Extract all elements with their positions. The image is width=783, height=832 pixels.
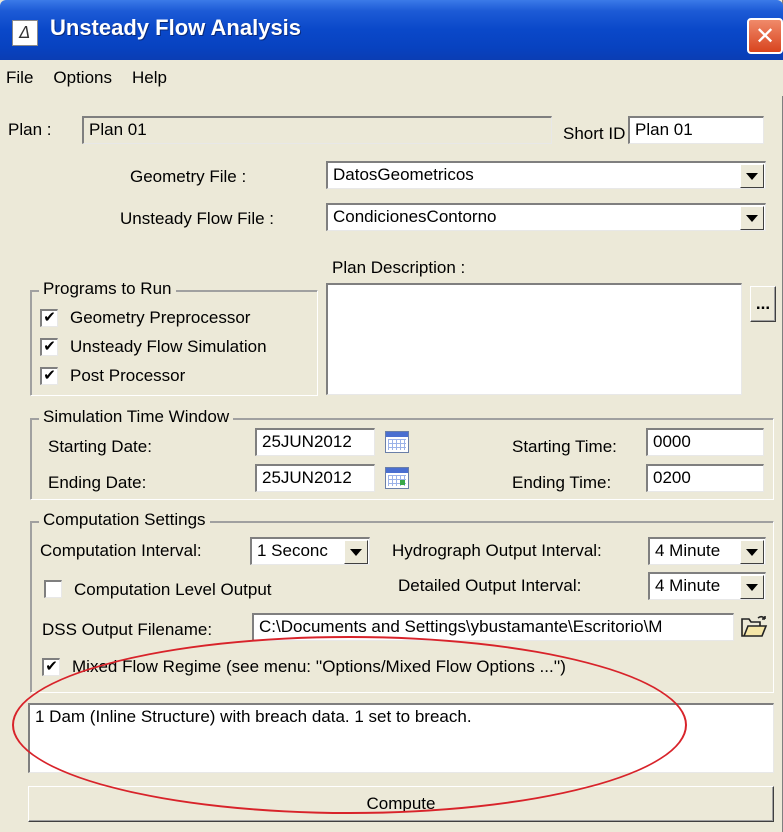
ending-time-label: Ending Time:: [512, 473, 612, 492]
menu-options[interactable]: Options: [53, 68, 112, 88]
detailed-output-interval-value: 4 Minute: [655, 576, 721, 595]
dss-output-filename-field[interactable]: C:\Documents and Settings\ybustamante\Es…: [252, 613, 734, 641]
chevron-down-icon[interactable]: [740, 575, 764, 599]
calendar-icon[interactable]: [385, 431, 409, 453]
geometry-file-select[interactable]: DatosGeometricos: [326, 161, 766, 189]
geometry-file-label: Geometry File :: [130, 167, 247, 186]
mixed-flow-regime-checkbox[interactable]: ✔: [42, 658, 60, 676]
detailed-output-interval-label: Detailed Output Interval:: [398, 576, 582, 595]
chevron-down-icon[interactable]: [740, 206, 764, 230]
dss-output-filename-label: DSS Output Filename:: [42, 620, 213, 639]
starting-date-field[interactable]: 25JUN2012: [255, 428, 375, 456]
folder-open-icon[interactable]: [740, 614, 768, 640]
programs-to-run-title: Programs to Run: [39, 279, 176, 299]
chevron-down-icon[interactable]: [740, 540, 764, 564]
computation-interval-label: Computation Interval:: [40, 541, 202, 560]
computation-level-output-label: Computation Level Output: [74, 580, 272, 599]
computation-interval-select[interactable]: 1 Seconc: [250, 537, 370, 565]
post-processor-checkbox[interactable]: ✔: [40, 367, 58, 385]
mixed-flow-regime-label: Mixed Flow Regime (see menu: ''Options/M…: [72, 657, 566, 676]
unsteady-flow-simulation-checkbox[interactable]: ✔: [40, 338, 58, 356]
ending-date-label: Ending Date:: [48, 473, 147, 492]
short-id-label: Short ID: [563, 124, 626, 143]
plan-name-field[interactable]: Plan 01: [82, 116, 552, 144]
computation-settings-title: Computation Settings: [39, 510, 210, 530]
plan-description-label: Plan Description :: [332, 258, 466, 277]
plan-description-field[interactable]: [326, 283, 742, 395]
compute-button[interactable]: Compute: [28, 786, 774, 822]
close-button[interactable]: ✕: [747, 18, 783, 54]
title-bar[interactable]: ᐃ Unsteady Flow Analysis ✕: [0, 0, 783, 60]
computation-level-output-checkbox[interactable]: [44, 580, 62, 598]
geometry-file-value: DatosGeometricos: [333, 165, 474, 184]
hydrograph-output-interval-value: 4 Minute: [655, 541, 721, 560]
unsteady-flow-file-select[interactable]: CondicionesContorno: [326, 203, 766, 231]
menu-help[interactable]: Help: [132, 68, 167, 88]
geometry-preprocessor-checkbox[interactable]: ✔: [40, 309, 58, 327]
chevron-down-icon[interactable]: [740, 164, 764, 188]
menu-file[interactable]: File: [6, 68, 33, 88]
post-processor-label: Post Processor: [70, 366, 186, 385]
app-icon: ᐃ: [12, 20, 38, 46]
plan-label: Plan :: [8, 120, 52, 139]
unsteady-flow-file-value: CondicionesContorno: [333, 207, 497, 226]
ending-date-field[interactable]: 25JUN2012: [255, 464, 375, 492]
unsteady-flow-window: ᐃ Unsteady Flow Analysis ✕ File Options …: [0, 0, 783, 832]
hydrograph-output-interval-select[interactable]: 4 Minute: [648, 537, 766, 565]
unsteady-flow-simulation-label: Unsteady Flow Simulation: [70, 337, 267, 356]
unsteady-flow-file-label: Unsteady Flow File :: [120, 209, 274, 228]
ending-time-field[interactable]: 0200: [646, 464, 764, 492]
calendar-icon[interactable]: [385, 467, 409, 489]
window-title: Unsteady Flow Analysis: [50, 15, 302, 40]
status-message-box: 1 Dam (Inline Structure) with breach dat…: [28, 703, 774, 773]
short-id-field[interactable]: Plan 01: [628, 116, 764, 144]
starting-time-label: Starting Time:: [512, 437, 617, 456]
detailed-output-interval-select[interactable]: 4 Minute: [648, 572, 766, 600]
simulation-time-window-title: Simulation Time Window: [39, 407, 234, 427]
menu-bar: File Options Help: [0, 60, 783, 96]
plan-description-button[interactable]: ...: [750, 286, 776, 322]
hydrograph-output-interval-label: Hydrograph Output Interval:: [392, 541, 602, 560]
starting-date-label: Starting Date:: [48, 437, 152, 456]
computation-interval-value: 1 Seconc: [257, 541, 328, 560]
chevron-down-icon[interactable]: [344, 540, 368, 564]
starting-time-field[interactable]: 0000: [646, 428, 764, 456]
geometry-preprocessor-label: Geometry Preprocessor: [70, 308, 251, 327]
